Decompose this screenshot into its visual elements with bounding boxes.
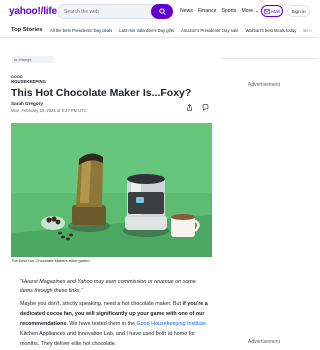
logo-text: yahoo! [9,6,41,17]
top-story-link[interactable]: Amazon's Presidents' Day sale [181,28,238,33]
ad-label-bottom: Advertisement [248,339,280,345]
sign-in-label: Sign in [291,8,306,14]
top-stories-title: Top Stories [11,27,43,33]
top-story-link[interactable]: Walmart's best steals today [245,28,296,33]
yahoo-life-logo[interactable]: yahoo!/life [9,6,57,17]
nav-sports[interactable]: Sports [221,8,236,14]
hero-image [11,123,212,257]
rail-placeholder [221,38,318,58]
search-input[interactable] [64,7,150,17]
mail-icon [264,8,271,14]
share-icon[interactable] [186,104,193,111]
nav-news[interactable]: News [180,8,193,14]
top-story-link[interactable]: All the best Presidents' Day deals [50,28,112,33]
publisher-logo-bottom: HOUSEKEEPING [11,79,46,84]
previous-article-text: to change [14,57,32,62]
top-stories-list: All the best Presidents' Day deals Last-… [50,28,312,33]
search-icon [158,8,166,15]
nav-more[interactable]: More ⌄ [241,8,259,14]
article-title: This Hot Chocolate Maker Is...Foxy? [11,87,192,99]
rail-divider [221,58,318,59]
cocoa-mug [171,214,200,237]
top-nav: News Finance Sports More ⌄ [180,8,259,14]
bowl [41,216,65,230]
top-stories-bar: Top Stories All the best Presidents' Day… [0,24,318,38]
article-date: Mon, February 10, 2025 at 9:27 PM UTC [11,108,87,113]
silver-frother [123,174,169,237]
comment-icon[interactable] [202,104,209,111]
top-story-link[interactable]: Last-min Valentine's Day gifts [119,28,174,33]
search-box [57,4,173,19]
search-button[interactable] [151,4,173,19]
chevron-down-icon: ⌄ [254,8,260,14]
affiliate-disclaimer: "Hearst Magazines and Yahoo may earn com… [20,279,196,294]
article-paragraph: Maybe you don't, strictly speaking, need… [20,301,208,347]
site-header: yahoo!/life News Finance Sports More ⌄ M… [0,0,318,24]
scroll-fade [296,24,318,37]
sign-in-button[interactable]: Sign in [287,5,310,17]
good-housekeeping-logo[interactable]: GOOD HOUSEKEEPING [11,75,49,85]
ad-label-top: Advertisement [248,82,280,88]
mail-label: Mail [271,8,280,14]
image-caption: The Best Hot Chocolate Makers mike garte… [11,258,90,263]
ghi-link[interactable]: Good Housekeeping Institute [136,321,206,327]
article-author[interactable]: Sarah Gregory [11,101,43,106]
nav-finance[interactable]: Finance [198,8,216,14]
logo-suffix: life [43,6,57,17]
mail-button[interactable]: Mail [261,5,283,17]
